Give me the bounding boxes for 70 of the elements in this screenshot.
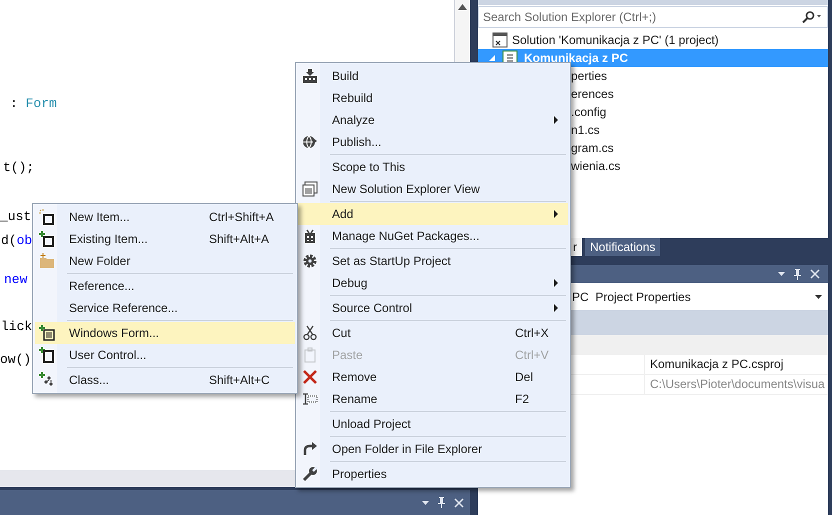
menu-item[interactable]: Add [298,203,568,225]
object-name: PC Project Properties [572,290,692,304]
shortcut-label: F2 [515,392,530,406]
menu-item[interactable]: Cut Ctrl+X [298,322,568,344]
form-icon [39,325,55,341]
menu-item[interactable]: Unload Project [298,413,568,435]
wrench-icon [302,466,318,482]
gear-icon [302,253,318,269]
close-icon[interactable] [454,498,464,508]
code-line: d(ob [1,232,32,250]
code-line: _ust [0,208,32,226]
shortcut-label: Ctrl+V [515,348,549,362]
menu-item[interactable]: Class... Shift+Alt+C [35,369,295,391]
shortcut-label: Ctrl+Shift+A [209,210,274,224]
new-item-icon [39,209,55,225]
dropdown-arrow-icon[interactable] [815,295,822,299]
shortcut-label: Ctrl+X [515,326,549,340]
menu-item[interactable]: Windows Form... [35,322,295,344]
package-icon [302,228,318,244]
rename-icon [302,391,318,407]
menu-item[interactable]: Existing Item... Shift+Alt+A [35,228,295,250]
menu-item[interactable]: Manage NuGet Packages... [298,225,568,247]
globe-icon [302,134,318,150]
expanded-arrow-icon[interactable] [488,54,496,62]
menu-item[interactable]: Open Folder in File Explorer [298,438,568,460]
class-icon [39,372,55,388]
search-field[interactable]: Search Solution Explorer (Ctrl+;) [478,6,828,28]
menu-item[interactable]: Rebuild [298,87,568,109]
pin-icon[interactable] [437,497,446,508]
scissors-icon [302,325,318,341]
shortcut-label: Shift+Alt+C [209,373,270,387]
code-line: lick [1,318,32,336]
menu-item[interactable]: New Folder [35,250,295,272]
scroll-up-icon[interactable] [458,4,467,10]
menu-item[interactable]: Scope to This [298,156,568,178]
menu-item[interactable]: Service Reference... [35,297,295,319]
solution-icon [492,32,508,48]
x-mark-icon [302,369,318,385]
menu-item[interactable]: Properties [298,463,568,485]
code-line: ow() [0,351,32,369]
menu-item[interactable]: New Solution Explorer View [298,178,568,200]
code-line: : Form [10,95,57,113]
menu-item[interactable]: User Control... [35,344,295,366]
clipboard-icon [302,347,318,363]
close-icon[interactable] [810,269,820,279]
property-value: Komunikacja z PC.csproj [649,356,784,373]
window-icon [302,181,318,197]
menu-item[interactable]: Remove Del [298,366,568,388]
shortcut-label: Shift+Alt+A [209,232,270,246]
menu-item[interactable]: Publish... [298,131,568,153]
pin-icon[interactable] [793,268,802,280]
menu-item[interactable]: Set as StartUp Project [298,250,568,272]
folder-icon [39,253,55,269]
menu-item[interactable]: Analyze [298,109,568,131]
menu-item[interactable]: Build [298,65,568,87]
code-line: new [4,271,28,289]
tree-item[interactable]: Solution 'Komunikacja z PC' (1 project) [478,31,828,49]
shortcut-label: Del [515,370,534,384]
add-existing-icon [39,231,55,247]
code-line: t(); [3,159,34,177]
build-icon [302,68,318,84]
tab[interactable]: r [570,238,582,256]
add-control-icon [39,347,55,363]
property-value: C:\Users\Pioter\documents\visua [649,376,826,393]
menu-item[interactable]: New Item... Ctrl+Shift+A [35,206,295,228]
menu-item[interactable]: Rename F2 [298,388,568,410]
tab[interactable]: Notifications [585,238,660,256]
menu-item[interactable]: Reference... [35,275,295,297]
curved-arrow-icon [302,441,318,457]
search-icon[interactable] [802,11,822,23]
